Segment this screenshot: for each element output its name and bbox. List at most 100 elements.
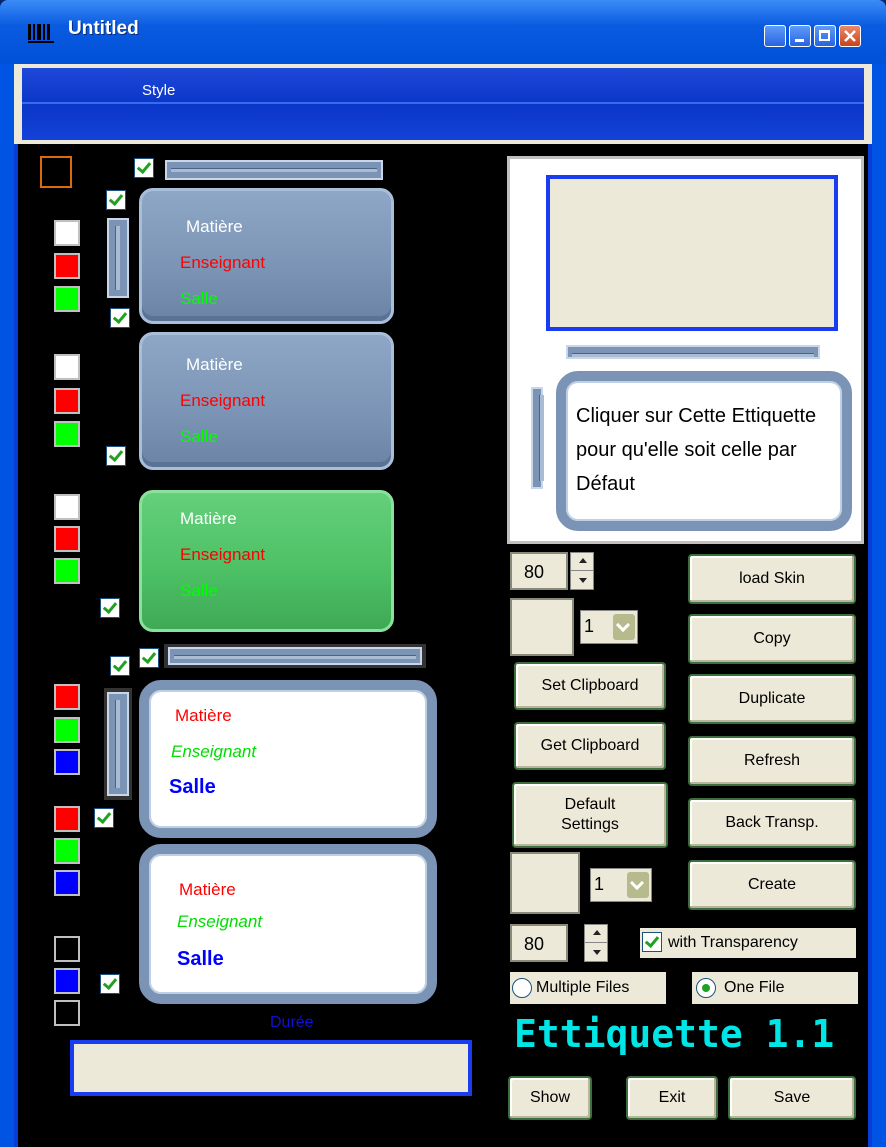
one-file-radio[interactable] [696,978,716,998]
swatch-white-1[interactable] [54,220,80,246]
card5-enseignant: Enseignant [177,912,263,931]
spin1-value: 80 [524,562,545,582]
one-file-label: One File [724,979,785,996]
swatch-blue-6[interactable] [54,968,80,994]
menu-strip: Style [22,68,864,140]
spin-up-icon [593,930,601,935]
checkbox-vbar-2[interactable] [110,656,130,676]
label-card-5[interactable]: Matière Enseignant Salle [139,844,437,1004]
swatch-black-6b[interactable] [54,1000,80,1026]
checkbox-vbar-1[interactable] [106,190,126,210]
color-preview-1[interactable] [510,598,574,656]
vertical-bar-2[interactable] [107,692,129,796]
horizontal-bar-1[interactable] [165,160,383,180]
checkbox-card-1[interactable] [110,308,130,328]
combo2[interactable]: 1 [590,868,652,902]
default-label-card[interactable]: Cliquer sur Cette Ettiquette pour qu'ell… [556,371,852,531]
duplicate-button[interactable]: Duplicate [688,674,856,724]
card2-salle: Salle [180,427,218,446]
default-settings-button[interactable]: Default Settings [512,782,668,848]
chevron-down-icon[interactable] [627,872,649,898]
swatch-blue-4[interactable] [54,749,80,775]
checkbox-card-5[interactable] [100,974,120,994]
spin1-buttons[interactable] [570,552,594,590]
color-swatch-frame[interactable] [40,156,72,188]
card1-enseignant: Enseignant [180,253,266,272]
swatch-white-3[interactable] [54,494,80,520]
spin2-field[interactable]: 80 [510,924,568,962]
swatch-red-4[interactable] [54,684,80,710]
checkbox-card-3[interactable] [100,598,120,618]
swatch-red-5[interactable] [54,806,80,832]
minimize-button[interactable] [789,25,811,47]
multiple-files-option[interactable]: Multiple Files [510,972,666,1004]
card2-enseignant: Enseignant [180,391,266,410]
card5-matiere: Matière [179,880,236,899]
swatch-red-1[interactable] [54,253,80,279]
help-icon[interactable] [764,25,786,47]
vertical-bar-1[interactable] [107,218,129,298]
spin2-buttons[interactable] [584,924,608,962]
combo2-value: 1 [594,874,605,894]
spin2-value: 80 [524,934,545,954]
horizontal-bar-2[interactable] [168,647,422,665]
refresh-button[interactable]: Refresh [688,736,856,786]
multiple-files-radio[interactable] [512,978,532,998]
card4-matiere: Matière [175,706,232,725]
label-card-2[interactable]: Matière Enseignant Salle [139,332,394,470]
card4-salle: Salle [169,776,216,798]
copy-button[interactable]: Copy [688,614,856,664]
transparency-checkbox[interactable] [642,932,662,952]
preview-vbar[interactable] [531,387,544,489]
chevron-down-icon[interactable] [613,614,635,640]
set-clipboard-button[interactable]: Set Clipboard [514,662,666,710]
checkbox-card-4[interactable] [94,808,114,828]
load-skin-button[interactable]: load Skin [688,554,856,604]
preview-box[interactable] [546,175,838,331]
swatch-green-2[interactable] [54,421,80,447]
swatch-green-1[interactable] [54,286,80,312]
label-card-3[interactable]: Matière Enseignant Salle [139,490,394,632]
swatch-black-6a[interactable] [54,936,80,962]
one-file-option[interactable]: One File [692,972,858,1004]
checkbox-hbar-1[interactable] [134,158,154,178]
checkbox-hbar-2[interactable] [139,648,159,668]
window-title: Untitled [68,18,139,39]
swatch-green-5[interactable] [54,838,80,864]
show-button[interactable]: Show [508,1076,592,1120]
close-button[interactable] [839,25,861,47]
duree-field[interactable] [70,1040,472,1096]
swatch-green-4[interactable] [54,717,80,743]
transparency-label: with Transparency [668,934,798,951]
card4-enseignant: Enseignant [171,742,257,761]
card3-salle: Salle [180,581,218,600]
menu-style[interactable]: Style [142,82,175,99]
preview-panel: Cliquer sur Cette Ettiquette pour qu'ell… [507,156,864,544]
swatch-blue-5[interactable] [54,870,80,896]
exit-button[interactable]: Exit [626,1076,718,1120]
label-card-4[interactable]: Matière Enseignant Salle [139,680,437,838]
menu-bar: Style [14,64,872,144]
swatch-white-2[interactable] [54,354,80,380]
get-clipboard-button[interactable]: Get Clipboard [514,722,666,770]
spin-down-icon [593,950,601,955]
save-button[interactable]: Save [728,1076,856,1120]
back-transp-button[interactable]: Back Transp. [688,798,856,848]
swatch-red-2[interactable] [54,388,80,414]
title-bar[interactable]: Untitled [0,0,886,64]
spin1-field[interactable]: 80 [510,552,568,590]
maximize-button[interactable] [814,25,836,47]
color-preview-2[interactable] [510,852,580,914]
combo1[interactable]: 1 [580,610,638,644]
transparency-row[interactable]: with Transparency [640,928,856,958]
close-icon [844,30,856,42]
label-card-1[interactable]: Matière Enseignant Salle [139,188,394,324]
duree-label: Durée [270,1014,314,1031]
create-button[interactable]: Create [688,860,856,910]
preview-hbar[interactable] [566,345,820,359]
swatch-red-3[interactable] [54,526,80,552]
preview-instruction: Cliquer sur Cette Ettiquette pour qu'ell… [576,405,817,495]
swatch-green-3[interactable] [54,558,80,584]
app-title: Ettiquette 1.1 [514,1012,835,1056]
checkbox-card-2[interactable] [106,446,126,466]
